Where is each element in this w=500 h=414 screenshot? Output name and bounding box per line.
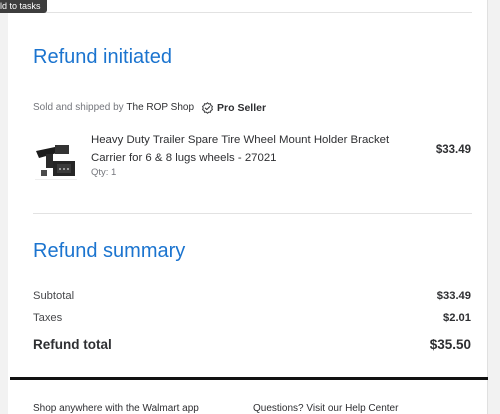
sold-by-label: Sold and shipped by bbox=[33, 102, 124, 113]
footer-separator bbox=[10, 377, 488, 380]
add-to-tasks-tooltip: ld to tasks bbox=[0, 0, 47, 13]
product-price: $33.49 bbox=[435, 144, 471, 156]
footer-help-center[interactable]: Questions? Visit our Help Center bbox=[253, 403, 398, 414]
refund-total-label: Refund total bbox=[33, 337, 112, 352]
product-quantity: Qty: 1 bbox=[91, 167, 117, 178]
product-title[interactable]: Heavy Duty Trailer Spare Tire Wheel Moun… bbox=[91, 131, 391, 167]
left-gutter bbox=[0, 0, 8, 414]
top-divider bbox=[33, 12, 472, 13]
verified-check-icon bbox=[202, 101, 214, 114]
section-divider bbox=[33, 213, 472, 214]
product-image[interactable] bbox=[33, 139, 79, 184]
seller-info: Sold and shipped by The ROP Shop Pro Sel… bbox=[33, 101, 266, 115]
right-gutter bbox=[488, 0, 500, 414]
subtotal-label: Subtotal bbox=[33, 290, 75, 302]
subtotal-row: Subtotal $33.49 bbox=[33, 290, 471, 302]
refund-total-value: $35.50 bbox=[429, 337, 471, 352]
refund-summary-heading: Refund summary bbox=[33, 240, 186, 262]
taxes-label: Taxes bbox=[33, 312, 63, 324]
pro-seller-label: Pro Seller bbox=[217, 102, 267, 114]
footer-app-promo[interactable]: Shop anywhere with the Walmart app bbox=[33, 403, 199, 414]
subtotal-value: $33.49 bbox=[436, 290, 471, 302]
taxes-value: $2.01 bbox=[443, 312, 471, 324]
refund-total-row: Refund total $35.50 bbox=[33, 337, 471, 352]
seller-name-link[interactable]: The ROP Shop bbox=[126, 101, 194, 115]
taxes-row: Taxes $2.01 bbox=[33, 312, 471, 324]
refund-initiated-heading: Refund initiated bbox=[33, 46, 172, 68]
pro-seller-badge: Pro Seller bbox=[201, 101, 266, 115]
